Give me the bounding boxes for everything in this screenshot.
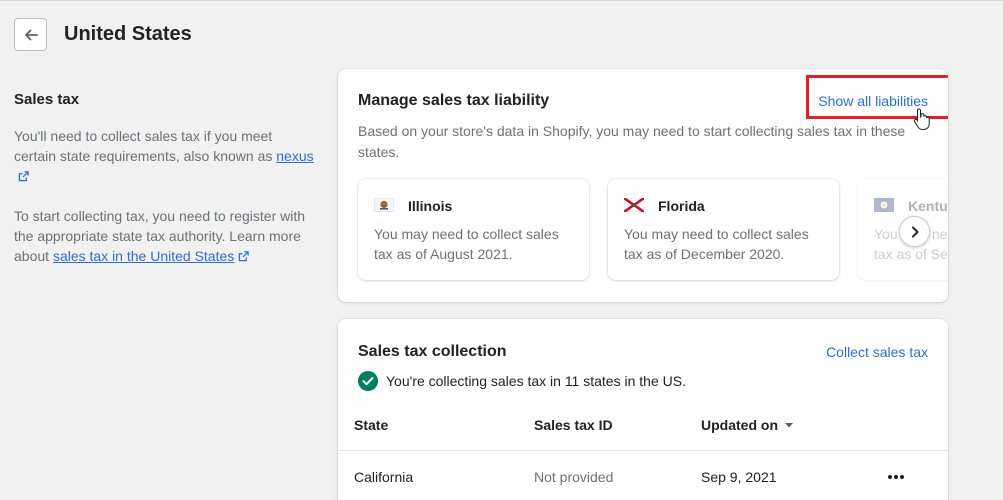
liability-card-title: Manage sales tax liability [358, 92, 550, 109]
show-all-liabilities-link[interactable]: Show all liabilities [818, 93, 928, 109]
column-header-updated[interactable]: Updated on [701, 417, 796, 433]
row-actions-button[interactable] [886, 467, 906, 492]
column-header-state: State [354, 417, 389, 433]
carousel-next-button[interactable] [899, 216, 930, 247]
table-header: State Sales tax ID Updated on [338, 407, 948, 451]
collection-status: You're collecting sales tax in 11 states… [358, 371, 686, 391]
collection-card: Sales tax collection Collect sales tax Y… [338, 319, 948, 500]
row-tax-id: Not provided [534, 469, 614, 485]
state-desc: You may need to collect sales tax as of … [374, 226, 559, 262]
nexus-paragraph-text: You'll need to collect sales tax if you … [14, 128, 273, 164]
nexus-link[interactable]: nexus [276, 148, 313, 164]
caret-down-icon [785, 423, 793, 428]
kentucky-flag-icon [874, 198, 894, 212]
row-state: California [354, 469, 414, 485]
section-title: Sales tax [14, 91, 80, 108]
illinois-flag-icon [374, 198, 394, 212]
state-desc: You may need to collect sales tax as of … [624, 226, 809, 262]
external-link-icon [238, 251, 249, 262]
state-name: Illinois [408, 198, 453, 214]
status-text: You're collecting sales tax in 11 states… [386, 373, 686, 389]
column-header-tax-id: Sales tax ID [534, 417, 613, 433]
column-header-updated-label: Updated on [701, 417, 778, 433]
back-button[interactable] [14, 18, 47, 51]
florida-flag-icon [624, 198, 644, 212]
page-title: United States [64, 23, 192, 45]
arrow-left-icon [24, 29, 38, 40]
more-horizontal-icon [888, 475, 904, 479]
nexus-paragraph: You'll need to collect sales tax if you … [14, 126, 314, 186]
sales-tax-us-link[interactable]: sales tax in the United States [53, 248, 234, 264]
sales-tax-info: Sales tax You'll need to collect sales t… [14, 91, 314, 266]
table-row[interactable]: California Not provided Sep 9, 2021 [338, 452, 948, 500]
row-updated: Sep 9, 2021 [701, 469, 777, 485]
state-name: Florida [658, 198, 705, 214]
check-circle-icon [358, 371, 378, 391]
liability-description: Based on your store's data in Shopify, y… [358, 123, 906, 160]
external-link-icon [18, 171, 29, 182]
collection-card-title: Sales tax collection [358, 343, 507, 360]
liability-card: Manage sales tax liability Show all liab… [338, 69, 948, 302]
chevron-right-icon [911, 226, 918, 237]
register-paragraph: To start collecting tax, you need to reg… [14, 206, 314, 266]
collect-sales-tax-link[interactable]: Collect sales tax [826, 344, 928, 360]
state-card-florida[interactable]: Florida You may need to collect sales ta… [608, 179, 839, 280]
state-name: Kentu [908, 198, 948, 214]
state-card-illinois[interactable]: Illinois You may need to collect sales t… [358, 179, 589, 280]
